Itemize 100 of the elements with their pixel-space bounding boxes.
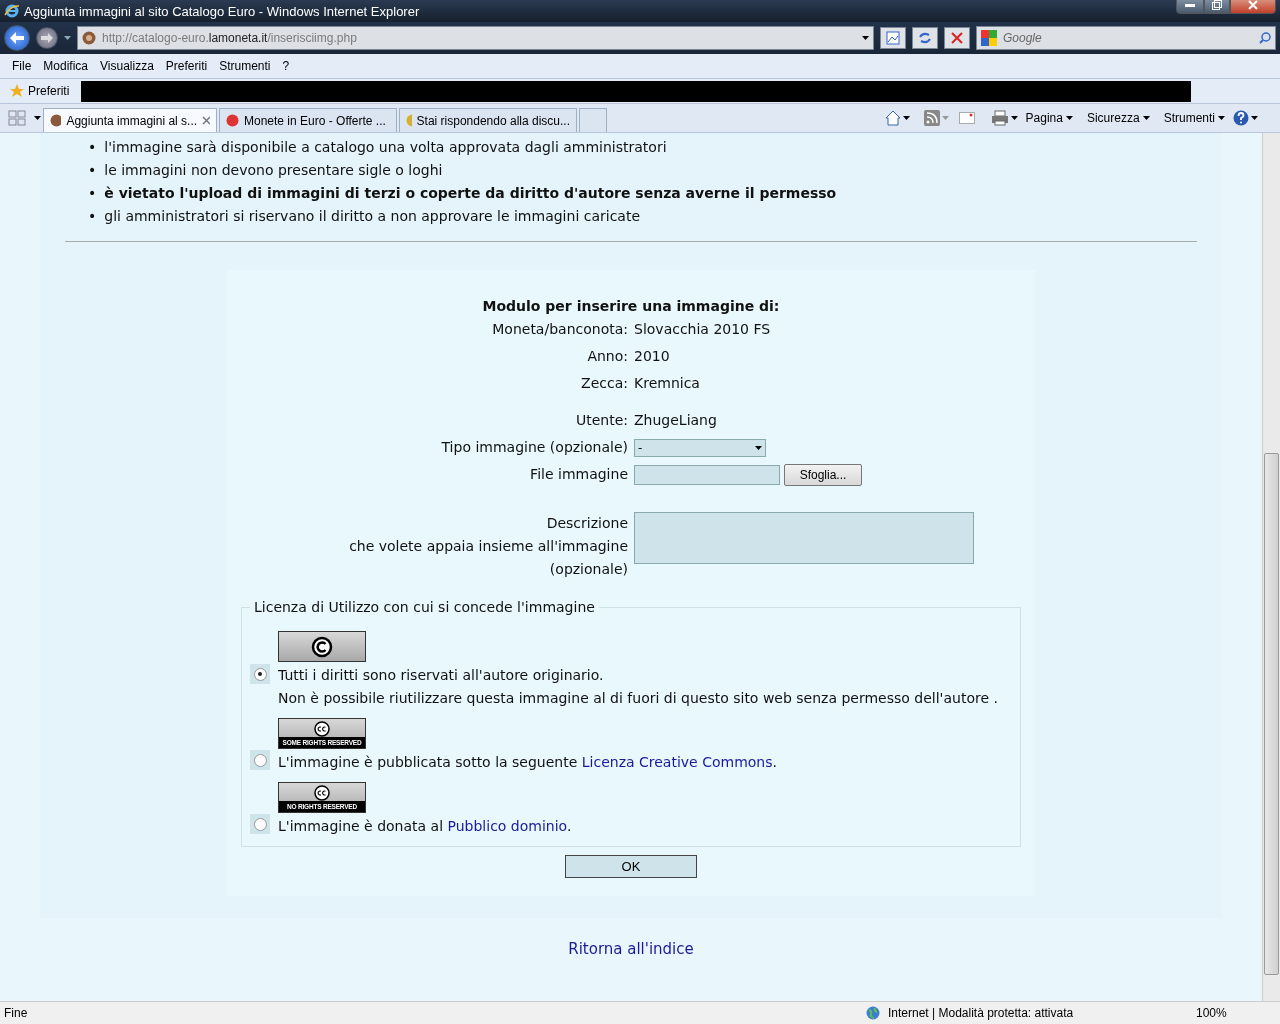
- refresh-button[interactable]: [912, 27, 938, 49]
- license-radio[interactable]: [253, 753, 267, 767]
- dropdown-caret-icon: [1251, 116, 1258, 120]
- bullet: •: [88, 160, 97, 179]
- tab-favicon: [50, 114, 62, 127]
- ok-button[interactable]: OK: [565, 855, 697, 878]
- back-arrow-icon: [10, 32, 24, 44]
- field-label: Zecca:: [580, 374, 628, 393]
- field-label: File immagine: [529, 465, 628, 484]
- rule-text: l'immagine sarà disponibile a catalogo una volta approvata dagli amministratori: [104, 137, 667, 156]
- feed-icon[interactable]: [923, 110, 940, 126]
- search-engine-icon: [981, 30, 997, 46]
- field-label: Utente:: [574, 411, 628, 430]
- dropdown-caret-icon: [34, 116, 41, 120]
- refresh-icon: [918, 31, 932, 45]
- maximize-button[interactable]: [1204, 0, 1230, 14]
- back-to-index-link[interactable]: Ritorna all'indice: [568, 940, 694, 958]
- compatibility-button[interactable]: [880, 27, 906, 49]
- browser-logo-icon: [4, 3, 20, 19]
- field-label: Anno:: [586, 347, 628, 366]
- license-radio[interactable]: [253, 817, 267, 831]
- window-title: Aggiunta immagini al sito Catalogo Euro - Windows Internet Explorer: [24, 3, 421, 19]
- site-favicon: [82, 31, 96, 45]
- globe-icon: [866, 1006, 880, 1020]
- menu-item[interactable]: Preferiti: [159, 59, 214, 73]
- minimize-icon: [1185, 3, 1195, 7]
- search-icon: [1259, 32, 1271, 44]
- help-icon[interactable]: [1233, 110, 1249, 126]
- rule-text: gli amministratori si riservano il diritto a non approvare le immagini caricate: [104, 206, 641, 225]
- forward-arrow-icon: [41, 33, 53, 43]
- dropdown-caret-icon: [755, 445, 762, 450]
- command-menu[interactable]: Sicurezza: [1080, 111, 1156, 125]
- field-label: (opzionale): [549, 560, 628, 579]
- back-button[interactable]: [4, 25, 30, 51]
- license-text: L'immagine è donata al Pubblico dominio.: [278, 817, 572, 836]
- browser-tab[interactable]: Monete in Euro - Offerte ...: [219, 108, 397, 132]
- field-label: Tipo immagine (opzionale): [440, 438, 628, 457]
- dropdown-caret-icon: [64, 36, 71, 40]
- dropdown-caret-icon: [1065, 116, 1073, 120]
- command-menu[interactable]: Pagina: [1019, 111, 1079, 125]
- home-icon[interactable]: [884, 110, 901, 126]
- menu-item[interactable]: Modifica: [37, 59, 95, 73]
- browser-tab[interactable]: Aggiunta immagini al s...: [43, 108, 217, 132]
- bullet: •: [88, 206, 97, 225]
- tab-favicon: [406, 114, 412, 127]
- menu-item[interactable]: Strumenti: [213, 59, 277, 73]
- form-heading: Modulo per inserire una immagine di:: [482, 298, 780, 314]
- stop-button[interactable]: [944, 27, 970, 49]
- url-text: http://catalogo-euro.lamoneta.it/inserisciimg.php: [102, 31, 358, 45]
- browse-button[interactable]: Sfoglia...: [784, 463, 862, 486]
- close-icon: [1248, 0, 1258, 10]
- field-label: Moneta/banconota:: [491, 320, 628, 339]
- license-radio[interactable]: [253, 667, 267, 681]
- cc-icon: [314, 721, 330, 737]
- cc-icon: [314, 785, 330, 801]
- field-label: che volete appaia insieme all'immagine: [349, 537, 628, 556]
- description-field[interactable]: [634, 512, 974, 564]
- rule-text: le immagini non devono presentare sigle o loghi: [104, 160, 443, 179]
- star-icon: [10, 84, 24, 98]
- license-text: Tutti i diritti sono riservati all'autore originario.: [278, 666, 604, 685]
- forward-button[interactable]: [36, 27, 58, 49]
- close-button[interactable]: [1230, 0, 1276, 14]
- field-value: Kremnica: [634, 374, 701, 393]
- search-field[interactable]: Google: [976, 26, 1276, 50]
- copyright-icon: [311, 635, 333, 658]
- menu-item[interactable]: File: [6, 59, 38, 73]
- file-input[interactable]: [634, 464, 780, 485]
- license-link[interactable]: Licenza Creative Commons: [581, 754, 773, 770]
- bullet: •: [88, 137, 97, 156]
- license-link[interactable]: Pubblico dominio: [447, 818, 567, 834]
- rule-text: è vietato l'upload di immagini di terzi o coperte da diritto d'autore senza averne il permesso: [104, 183, 837, 202]
- dropdown-caret-icon: [902, 116, 910, 120]
- status-text: Fine: [4, 1006, 29, 1020]
- page-icon: [886, 31, 900, 45]
- scrollbar[interactable]: [1262, 133, 1280, 1001]
- minimize-button[interactable]: [1176, 0, 1204, 14]
- license-text: L'immagine è pubblicata sotto la seguente Licenza Creative Commons.: [278, 753, 777, 772]
- mail-icon[interactable]: [958, 112, 975, 124]
- security-zone: Internet | Modalità protetta: attivata: [888, 1006, 1075, 1020]
- close-tab-icon[interactable]: [202, 116, 210, 125]
- address-bar[interactable]: http://catalogo-euro.lamoneta.it/inserisciimg.php: [77, 26, 874, 50]
- image-type-select[interactable]: -: [634, 438, 766, 457]
- menu-item[interactable]: Visualizza: [94, 59, 160, 73]
- restore-icon: [1212, 0, 1222, 10]
- field-value: Slovacchia 2010 FS: [634, 320, 772, 339]
- tab-favicon: [226, 114, 239, 127]
- command-menu[interactable]: Strumenti: [1157, 111, 1231, 125]
- dropdown-caret-icon: [1218, 116, 1225, 120]
- browser-tab[interactable]: Stai rispondendo alla discu...: [399, 108, 577, 132]
- search-input[interactable]: Google: [1001, 30, 1255, 46]
- menu-item[interactable]: ?: [276, 59, 296, 73]
- bullet: •: [88, 183, 97, 202]
- favorites-button[interactable]: Preferiti: [6, 84, 74, 98]
- printer-icon[interactable]: [990, 110, 1009, 126]
- license-text: Non è possibile riutilizzare questa immagine al di fuori di questo sito web senza permesso dell'autore .: [278, 689, 998, 708]
- dropdown-caret-icon: [1010, 116, 1018, 120]
- field-value: ZhugeLiang: [634, 411, 718, 430]
- dropdown-caret-icon: [1142, 116, 1150, 120]
- zoom-level[interactable]: 100%: [1196, 1006, 1276, 1020]
- stop-icon: [951, 32, 963, 44]
